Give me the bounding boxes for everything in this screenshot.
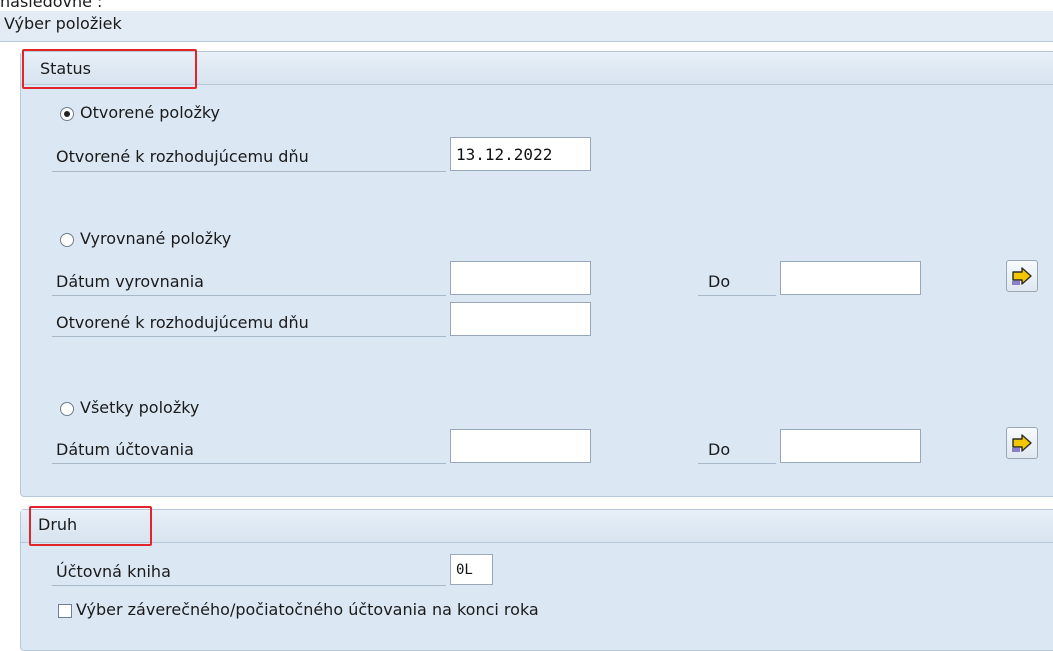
ledger-label: Účtovná kniha [56,562,171,581]
cleared-key-date-field[interactable] [450,302,591,336]
posting-date-from-field[interactable] [450,429,591,463]
open-key-date-label: Otvorené k rozhodujúcemu dňu [56,147,309,166]
all-items-radio[interactable] [60,402,74,416]
cleared-key-date-label: Otvorené k rozhodujúcemu dňu [56,313,309,332]
clearing-date-underline [52,295,446,296]
open-items-label: Otvorené položky [80,103,221,122]
clearing-date-from-field[interactable] [450,261,591,295]
type-group-title: Druh [38,515,78,534]
posting-date-to-field[interactable] [780,429,921,463]
year-end-checkbox[interactable] [58,604,72,618]
posting-to-underline [698,463,776,464]
clipped-top-text: nasledovne : [0,0,103,11]
posting-date-to-label: Do [708,440,731,459]
clearing-date-label: Dátum vyrovnania [56,272,204,291]
year-end-checkbox-label: Výber záverečného/počiatočného účtovania… [76,600,539,619]
open-key-date-underline [52,171,446,172]
status-group-title: Status [40,59,91,78]
open-key-date-field[interactable]: 13.12.2022 [450,137,591,171]
cleared-items-radio[interactable] [60,233,74,247]
cleared-items-label: Vyrovnané položky [80,229,232,248]
all-items-label: Všetky položky [80,398,200,417]
clearing-date-to-field[interactable] [780,261,921,295]
ledger-field[interactable]: 0L [450,554,493,585]
arrow-right-icon [1012,267,1032,285]
open-items-radio[interactable] [60,107,74,121]
page-title: Výber položiek [4,14,122,33]
posting-date-underline [52,463,446,464]
posting-date-label: Dátum účtovania [56,440,194,459]
clearing-date-to-label: Do [708,272,731,291]
cleared-key-date-underline [52,336,446,337]
arrow-right-icon [1012,434,1032,452]
posting-date-multiple-selection-button[interactable] [1006,427,1038,459]
type-group-header [21,510,1053,543]
clearing-date-multiple-selection-button[interactable] [1006,260,1038,292]
clearing-to-underline [698,295,776,296]
ledger-underline [52,585,446,586]
page-title-bar [0,11,1053,42]
